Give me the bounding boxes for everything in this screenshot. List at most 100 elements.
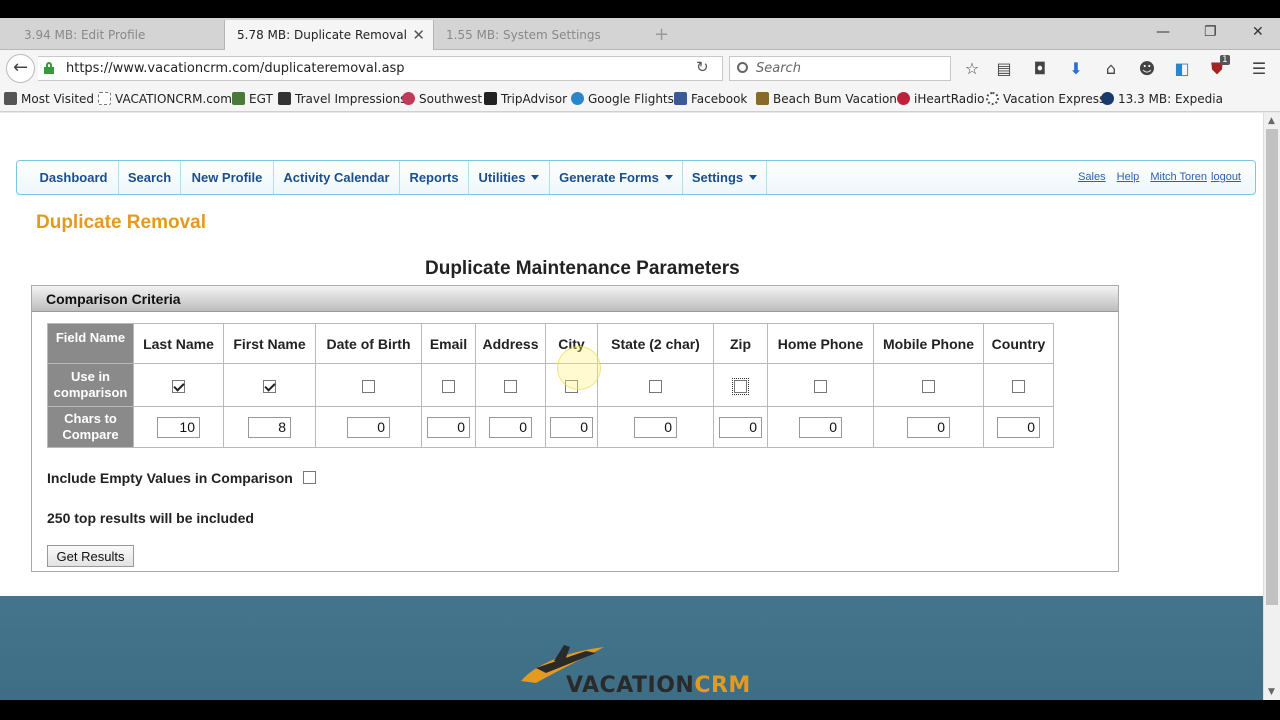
menu-new-profile[interactable]: New Profile bbox=[181, 161, 274, 194]
use-checkbox-last-name[interactable] bbox=[172, 379, 185, 393]
include-empty-checkbox[interactable] bbox=[302, 471, 316, 484]
minimize-icon[interactable]: — bbox=[1156, 24, 1170, 40]
use-cell-first-name bbox=[223, 363, 316, 407]
get-results-button[interactable]: Get Results bbox=[47, 545, 134, 567]
use-checkbox-country[interactable] bbox=[1012, 379, 1025, 393]
chars-cell-zip bbox=[713, 406, 768, 448]
tab-system-settings[interactable]: 1.55 MB: System Settings bbox=[434, 20, 644, 50]
menu-dashboard[interactable]: Dashboard bbox=[29, 161, 119, 194]
bookmark-item[interactable]: Most Visited bbox=[4, 92, 94, 106]
tab-label: 1.55 MB: System Settings bbox=[446, 28, 601, 42]
page-title: Duplicate Removal bbox=[36, 212, 206, 233]
vertical-scrollbar[interactable]: ▲ ▼ bbox=[1263, 113, 1280, 700]
column-header-first-name: First Name bbox=[223, 323, 316, 364]
column-header-state-2-char: State (2 char) bbox=[597, 323, 714, 364]
chars-cell-date-of-birth bbox=[315, 406, 422, 448]
menu-activity-calendar[interactable]: Activity Calendar bbox=[274, 161, 400, 194]
scroll-up-icon[interactable]: ▲ bbox=[1268, 116, 1275, 126]
search-input[interactable]: Search bbox=[729, 56, 951, 81]
menu-reports[interactable]: Reports bbox=[400, 161, 469, 194]
tab-duplicate-removal[interactable]: 5.78 MB: Duplicate Removal ✕ bbox=[224, 20, 434, 51]
browser-tab-bar: 3.94 MB: Edit Profile 5.78 MB: Duplicate… bbox=[0, 0, 1280, 51]
use-in-comparison-row: Use in comparison bbox=[47, 363, 1054, 407]
page-viewport: Dashboard Search New Profile Activity Ca… bbox=[0, 113, 1263, 700]
bookmark-item[interactable]: Vacation Express bbox=[986, 92, 1105, 106]
close-icon[interactable]: ✕ bbox=[412, 20, 425, 50]
bookmark-item[interactable]: Travel Impressions bbox=[278, 92, 406, 106]
use-checkbox-first-name[interactable] bbox=[263, 379, 276, 393]
help-link[interactable]: Help bbox=[1117, 171, 1140, 183]
pocket-icon[interactable]: ◘ bbox=[1030, 59, 1050, 78]
logout-link[interactable]: logout bbox=[1211, 171, 1241, 183]
column-header-date-of-birth: Date of Birth bbox=[315, 323, 422, 364]
app-menu-bar: Dashboard Search New Profile Activity Ca… bbox=[16, 160, 1256, 195]
chars-cell-email bbox=[421, 406, 476, 448]
chat-icon[interactable]: ☻ bbox=[1137, 59, 1157, 78]
chars-input-mobile-phone[interactable] bbox=[907, 416, 950, 438]
chars-input-first-name[interactable] bbox=[248, 416, 291, 438]
use-cell-date-of-birth bbox=[315, 363, 422, 407]
chars-input-last-name[interactable] bbox=[157, 416, 200, 438]
tab-edit-profile[interactable]: 3.94 MB: Edit Profile bbox=[12, 20, 222, 50]
chars-cell-city bbox=[545, 406, 598, 448]
bookmark-item[interactable]: Beach Bum Vacation™ bbox=[756, 92, 909, 106]
scroll-down-icon[interactable]: ▼ bbox=[1268, 687, 1275, 697]
use-checkbox-zip[interactable] bbox=[732, 377, 749, 395]
use-checkbox-email[interactable] bbox=[442, 379, 455, 393]
bookmark-item[interactable]: EGT bbox=[232, 92, 273, 106]
back-arrow-icon[interactable]: ← bbox=[6, 54, 35, 83]
use-checkbox-address[interactable] bbox=[504, 379, 517, 393]
menu-search[interactable]: Search bbox=[119, 161, 181, 194]
loading-icon bbox=[986, 92, 999, 105]
use-checkbox-date-of-birth[interactable] bbox=[362, 379, 375, 393]
menu-utilities[interactable]: Utilities bbox=[469, 161, 550, 194]
use-checkbox-city[interactable] bbox=[565, 379, 578, 393]
reading-list-icon[interactable]: ▤ bbox=[994, 59, 1014, 78]
extension-icon[interactable]: ◧ bbox=[1172, 59, 1192, 78]
bookmark-item[interactable]: iHeartRadio bbox=[897, 92, 984, 106]
use-checkbox-state-2-char[interactable] bbox=[649, 379, 662, 393]
bookmark-item[interactable]: 13.3 MB: Expedia bbox=[1101, 92, 1223, 106]
chars-input-state-2-char[interactable] bbox=[634, 416, 677, 438]
menu-generate-forms[interactable]: Generate Forms bbox=[550, 161, 683, 194]
use-cell-zip bbox=[713, 363, 768, 407]
chars-input-home-phone[interactable] bbox=[799, 416, 842, 438]
bookmark-item[interactable]: Southwest bbox=[402, 92, 482, 106]
navigation-toolbar: ← https://www.vacationcrm.com/duplicater… bbox=[0, 50, 1280, 87]
bookmark-star-icon[interactable]: ☆ bbox=[962, 59, 982, 78]
use-cell-last-name bbox=[133, 363, 224, 407]
maximize-icon[interactable]: ❐ bbox=[1204, 24, 1217, 40]
heart-icon bbox=[402, 92, 415, 105]
new-tab-icon[interactable]: + bbox=[654, 20, 669, 50]
chars-input-country[interactable] bbox=[997, 416, 1040, 438]
chars-input-email[interactable] bbox=[427, 416, 470, 438]
window-close-icon[interactable]: ✕ bbox=[1252, 24, 1264, 40]
use-checkbox-home-phone[interactable] bbox=[814, 379, 827, 393]
chevron-down-icon bbox=[531, 175, 540, 180]
user-name-link[interactable]: Mitch Toren bbox=[1150, 171, 1207, 183]
include-empty-label: Include Empty Values in Comparison bbox=[47, 470, 293, 486]
chars-input-address[interactable] bbox=[489, 416, 532, 438]
bookmark-item[interactable]: Google Flights bbox=[571, 92, 674, 106]
chars-cell-home-phone bbox=[767, 406, 874, 448]
use-checkbox-mobile-phone[interactable] bbox=[922, 379, 935, 393]
menu-settings[interactable]: Settings bbox=[683, 161, 767, 194]
download-icon[interactable]: ⬇ bbox=[1066, 59, 1086, 78]
row-label-chars-to-compare: Chars to Compare bbox=[47, 406, 134, 448]
bookmark-item[interactable]: VACATIONCRM.com bbox=[98, 92, 232, 106]
scrollbar-thumb[interactable] bbox=[1266, 129, 1278, 605]
use-cell-mobile-phone bbox=[873, 363, 984, 407]
chars-input-zip[interactable] bbox=[719, 416, 762, 438]
include-empty-option: Include Empty Values in Comparison bbox=[47, 470, 316, 486]
chars-input-city[interactable] bbox=[550, 416, 593, 438]
bookmark-item[interactable]: TripAdvisor bbox=[484, 92, 567, 106]
bookmark-item[interactable]: Facebook bbox=[674, 92, 747, 106]
reload-icon[interactable]: ↻ bbox=[696, 58, 709, 76]
sales-link[interactable]: Sales bbox=[1078, 171, 1106, 183]
menu-hamburger-icon[interactable]: ☰ bbox=[1249, 59, 1269, 78]
home-icon[interactable]: ⌂ bbox=[1101, 59, 1121, 78]
chars-input-date-of-birth[interactable] bbox=[347, 416, 390, 438]
use-cell-home-phone bbox=[767, 363, 874, 407]
chevron-down-icon bbox=[664, 175, 673, 180]
url-bar[interactable]: https://www.vacationcrm.com/duplicaterem… bbox=[38, 56, 723, 81]
